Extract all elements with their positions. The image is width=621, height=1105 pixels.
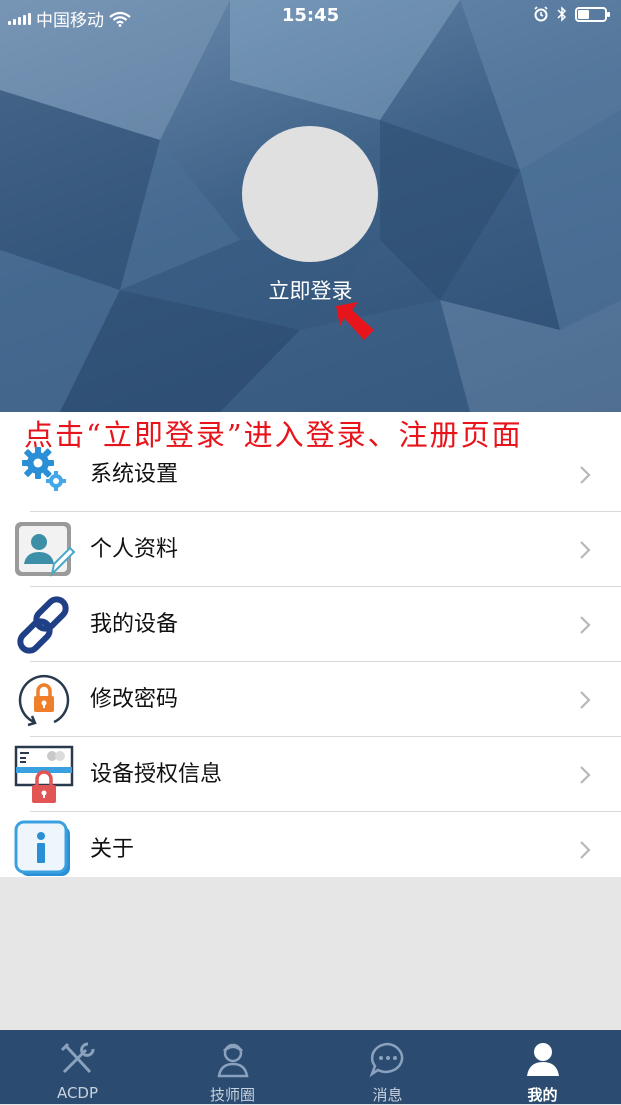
tools-icon [60, 1042, 95, 1074]
bottom-tab-bar: ACDP 技师圈 消息 我的 [0, 1030, 621, 1104]
chevron-right-icon [580, 541, 591, 559]
chevron-right-icon [580, 616, 591, 634]
menu-item-change-password[interactable]: 修改密码 [0, 662, 621, 737]
arrow-pointer-icon [336, 302, 374, 340]
menu-item-label: 个人资料 [90, 537, 179, 562]
instruction-annotation: 点击“立即登录”进入登录、注册页面 [24, 418, 523, 452]
menu-item-about[interactable]: 关于 [0, 812, 621, 887]
menu-item-label: 我的设备 [90, 612, 179, 637]
tab-label: ACDP [56, 1084, 99, 1102]
menu-item-my-devices[interactable]: 我的设备 [0, 587, 621, 662]
profile-card-icon [15, 522, 76, 578]
device-lock-icon [14, 745, 74, 803]
tab-acdp[interactable]: ACDP [0, 1030, 155, 1104]
login-now-link[interactable]: 立即登录 [0, 275, 621, 305]
status-right [533, 6, 610, 22]
status-time: 15:45 [281, 5, 340, 26]
menu-item-label: 设备授权信息 [90, 762, 223, 787]
chevron-right-icon [580, 466, 591, 484]
alarm-icon [534, 6, 548, 22]
menu-item-device-authorization[interactable]: 设备授权信息 [0, 737, 621, 812]
tab-label: 我的 [527, 1086, 558, 1104]
status-bar: 中国移动 15:45 [0, 0, 621, 34]
chat-bubble-icon [369, 1042, 404, 1078]
chevron-right-icon [580, 841, 591, 859]
technician-icon [217, 1043, 249, 1078]
tab-mine[interactable]: 我的 [465, 1030, 620, 1104]
person-icon [527, 1043, 559, 1076]
menu-item-personal-info[interactable]: 个人资料 [0, 512, 621, 587]
battery-icon [575, 6, 610, 22]
menu-item-label: 修改密码 [90, 687, 179, 712]
tab-technician-circle[interactable]: 技师圈 [155, 1030, 310, 1104]
chevron-right-icon [580, 691, 591, 709]
tab-label: 技师圈 [209, 1086, 255, 1104]
settings-menu: 系统设置 个人资料 我的设备 修改密码 设备授权信息 关于 [0, 412, 621, 877]
chain-link-icon [17, 596, 69, 654]
avatar[interactable] [242, 126, 378, 262]
lock-cycle-icon [18, 674, 70, 727]
tab-messages[interactable]: 消息 [310, 1030, 465, 1104]
bluetooth-icon [557, 6, 567, 22]
info-icon [14, 820, 70, 876]
chevron-right-icon [580, 766, 591, 784]
profile-header: 中国移动 15:45 立即登录 [0, 0, 621, 412]
tab-label: 消息 [372, 1086, 403, 1104]
menu-item-label: 关于 [90, 837, 135, 862]
